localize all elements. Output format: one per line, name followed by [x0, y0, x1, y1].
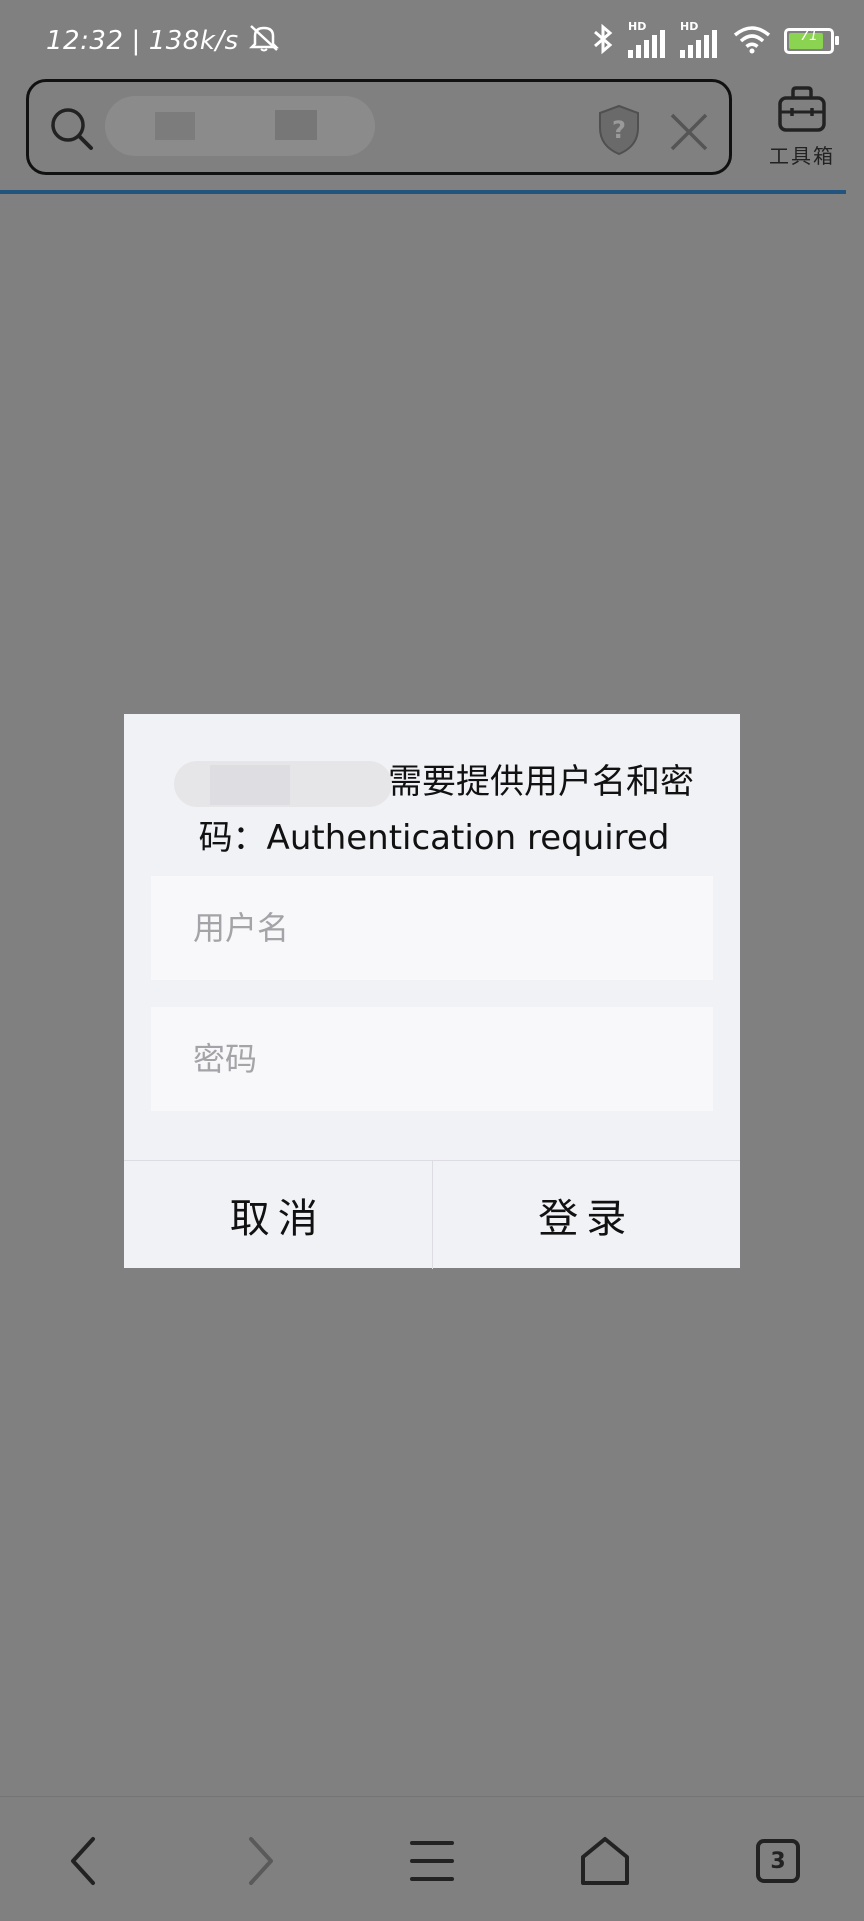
bottom-nav: 3 — [0, 1796, 864, 1921]
mute-icon — [247, 22, 281, 59]
status-right: HD HD 71 — [590, 20, 839, 60]
signal-icon-2: HD — [680, 20, 720, 58]
menu-icon — [410, 1841, 454, 1881]
password-field[interactable] — [151, 1007, 713, 1111]
status-bar: 12:32 | 138k/s HD HD 71 — [0, 0, 864, 80]
tab-count: 3 — [770, 1848, 786, 1874]
toolbox-icon — [776, 86, 828, 138]
address-bar[interactable]: ? — [26, 79, 732, 175]
tabs-button[interactable]: 3 — [748, 1831, 808, 1891]
login-button[interactable]: 登录 — [433, 1161, 741, 1269]
svg-text:?: ? — [612, 116, 626, 144]
clear-icon[interactable] — [669, 112, 709, 156]
forward-icon — [249, 1837, 273, 1885]
site-name-redacted — [174, 760, 392, 807]
cancel-button[interactable]: 取消 — [124, 1161, 432, 1269]
back-icon — [71, 1837, 95, 1885]
username-field[interactable] — [151, 876, 713, 980]
search-icon — [49, 106, 95, 156]
menu-button[interactable] — [402, 1831, 462, 1891]
dialog-button-row: 取消 登录 — [124, 1160, 740, 1269]
home-button[interactable] — [575, 1831, 635, 1891]
bluetooth-icon — [590, 22, 616, 60]
dialog-title: 需要提供用户名和密码：Authentication required — [164, 754, 704, 866]
wifi-icon — [732, 23, 772, 59]
network-speed: 138k/s — [148, 25, 239, 56]
battery-icon: 71 — [784, 28, 839, 54]
status-left: 12:32 | 138k/s — [46, 22, 281, 59]
auth-dialog: 需要提供用户名和密码：Authentication required 取消 登录 — [124, 714, 740, 1269]
forward-button[interactable] — [229, 1831, 289, 1891]
status-separator: | — [131, 25, 141, 56]
clock: 12:32 — [46, 25, 124, 56]
url-text-redacted[interactable] — [105, 96, 375, 156]
home-icon — [581, 1837, 629, 1885]
signal-icon-1: HD — [628, 20, 668, 58]
toolbox-label: 工具箱 — [769, 144, 835, 168]
page-load-progress — [0, 190, 846, 194]
security-shield-icon[interactable]: ? — [596, 104, 642, 160]
toolbox-button[interactable]: 工具箱 — [762, 84, 842, 174]
back-button[interactable] — [55, 1831, 115, 1891]
